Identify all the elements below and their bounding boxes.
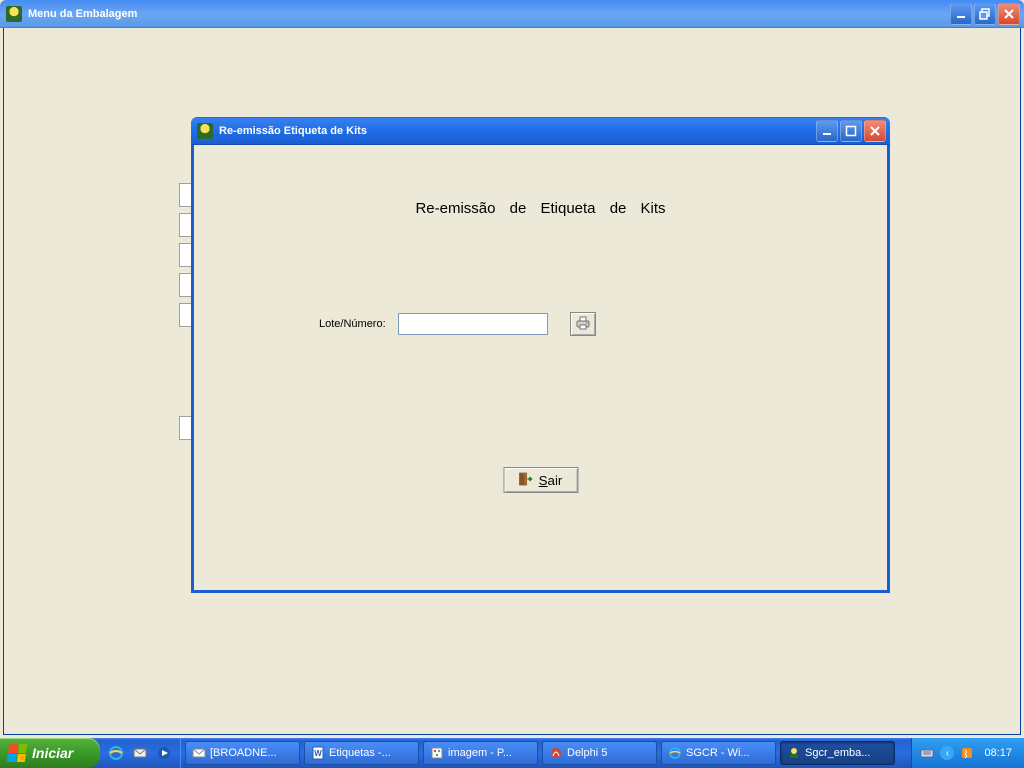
lote-field-row: Lote/Número: [319,312,596,336]
system-tray: ‹ 08:17 [911,738,1024,768]
keyboard-icon[interactable] [920,746,934,760]
dialog-client: Re-emissão de Etiqueta de Kits Lote/Núme… [191,145,890,593]
media-player-icon[interactable] [156,745,172,761]
task-label: imagem - P... [448,747,512,759]
taskbar: Iniciar [BROADNE... W Etiquetas -... ima… [0,738,1024,768]
close-button[interactable] [864,120,886,142]
minimize-button[interactable] [816,120,838,142]
svg-text:W: W [314,749,322,758]
parent-title: Menu da Embalagem [28,8,950,20]
app-icon [197,123,213,139]
lote-input[interactable] [398,313,548,335]
task-button[interactable]: imagem - P... [423,741,538,765]
outlook-icon[interactable] [132,745,148,761]
task-label: Etiquetas -... [329,747,391,759]
windows-flag-icon [7,744,28,762]
app-icon [787,746,801,760]
parent-titlebar: Menu da Embalagem [0,0,1024,28]
dialog-title: Re-emissão Etiqueta de Kits [219,125,816,137]
task-label: Sgcr_emba... [805,747,870,759]
paint-icon [430,746,444,760]
maximize-button[interactable] [840,120,862,142]
task-button[interactable]: [BROADNE... [185,741,300,765]
task-button[interactable]: W Etiquetas -... [304,741,419,765]
task-label: Delphi 5 [567,747,607,759]
delphi-icon [549,746,563,760]
taskbar-tasks: [BROADNE... W Etiquetas -... imagem - P.… [181,738,911,768]
door-exit-icon [519,472,533,489]
start-button[interactable]: Iniciar [0,738,100,768]
task-label: [BROADNE... [210,747,277,759]
close-button[interactable] [998,3,1020,25]
dialog-heading: Re-emissão de Etiqueta de Kits [194,200,887,217]
ie-icon [668,746,682,760]
task-button[interactable]: Delphi 5 [542,741,657,765]
printer-icon [575,316,591,333]
lote-label: Lote/Número: [319,318,386,330]
start-label: Iniciar [32,745,73,761]
exit-button[interactable]: Sair [503,467,578,493]
app-icon [6,6,22,22]
mail-icon [192,746,206,760]
restore-button[interactable] [974,3,996,25]
task-button[interactable]: Sgcr_emba... [780,741,895,765]
ie-icon[interactable] [108,745,124,761]
task-button[interactable]: SGCR - Wi... [661,741,776,765]
task-label: SGCR - Wi... [686,747,750,759]
dialog-window: Re-emissão Etiqueta de Kits Re-emissão d… [191,117,890,593]
tray-expand-icon[interactable]: ‹ [940,746,954,760]
word-icon: W [311,746,325,760]
clock[interactable]: 08:17 [980,747,1016,759]
minimize-button[interactable] [950,3,972,25]
exit-label: Sair [539,473,563,488]
java-icon[interactable] [960,746,974,760]
quick-launch [100,738,181,768]
print-button[interactable] [570,312,596,336]
parent-window-controls [950,3,1020,25]
dialog-window-controls [816,120,886,142]
dialog-titlebar: Re-emissão Etiqueta de Kits [191,117,890,145]
exit-label-rest: air [548,473,563,488]
parent-window: Menu da Embalagem Re-emissão Etiqueta de… [0,0,1024,738]
